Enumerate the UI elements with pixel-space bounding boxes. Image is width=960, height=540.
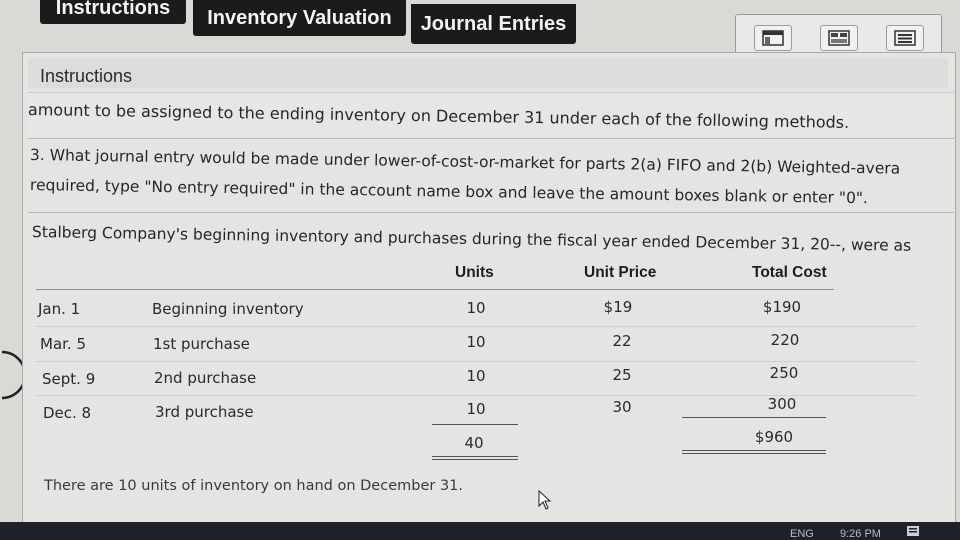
row-units: 10 xyxy=(466,333,486,351)
header-rule xyxy=(36,289,834,290)
units-subtotal-rule xyxy=(432,424,518,425)
tab-instructions[interactable]: Instructions xyxy=(40,0,186,24)
row-description: 3rd purchase xyxy=(155,403,254,421)
col-header-total-cost: Total Cost xyxy=(752,264,827,281)
row-unit-price: 22 xyxy=(612,332,632,350)
row-date: Mar. 5 xyxy=(40,335,87,353)
row-date: Jan. 1 xyxy=(38,300,81,318)
row-total-cost: 220 xyxy=(770,331,800,349)
row-total-cost: $190 xyxy=(762,298,802,316)
units-double-rule xyxy=(432,459,518,460)
taskbar xyxy=(0,522,960,540)
row-divider xyxy=(36,361,916,362)
cursor-icon xyxy=(538,490,552,510)
cost-double-rule xyxy=(682,450,826,451)
col-header-units: Units xyxy=(455,264,494,281)
row-description: 1st purchase xyxy=(153,335,250,353)
view-split-button[interactable] xyxy=(820,25,858,51)
notification-icon[interactable] xyxy=(906,525,920,539)
row-divider xyxy=(36,326,916,327)
cost-subtotal-rule xyxy=(682,417,826,418)
divider xyxy=(28,138,954,139)
row-units: 10 xyxy=(466,299,486,317)
window-icon xyxy=(762,30,784,46)
row-units: 10 xyxy=(466,367,486,385)
tab-inventory-valuation[interactable]: Inventory Valuation xyxy=(193,0,406,36)
row-unit-price: 25 xyxy=(612,366,632,384)
tab-journal-entries[interactable]: Journal Entries xyxy=(411,4,576,44)
row-unit-price: $19 xyxy=(603,298,633,316)
cost-double-rule xyxy=(682,453,826,454)
view-window-button[interactable] xyxy=(754,25,792,51)
clock[interactable]: 9:26 PM xyxy=(840,528,881,540)
col-header-unit-price: Unit Price xyxy=(584,264,657,281)
panel-header xyxy=(28,58,948,88)
row-total-cost: 300 xyxy=(767,395,797,413)
split-layout-icon xyxy=(828,30,850,46)
row-units: 10 xyxy=(466,400,486,418)
side-circle-icon xyxy=(1,350,22,400)
panel-title: Instructions xyxy=(40,66,133,86)
row-total-cost: 250 xyxy=(769,364,799,382)
divider xyxy=(28,212,954,213)
total-units: 40 xyxy=(464,434,484,452)
units-double-rule xyxy=(432,456,518,457)
row-date: Dec. 8 xyxy=(43,404,92,422)
total-cost: $960 xyxy=(754,428,794,446)
language-indicator[interactable]: ENG xyxy=(790,528,814,540)
row-date: Sept. 9 xyxy=(42,370,96,388)
row-description: Beginning inventory xyxy=(152,300,304,318)
row-description: 2nd purchase xyxy=(154,369,257,387)
list-layout-icon xyxy=(894,30,916,46)
inventory-note: There are 10 units of inventory on hand … xyxy=(44,478,463,494)
view-list-button[interactable] xyxy=(886,25,924,51)
row-unit-price: 30 xyxy=(612,398,632,416)
